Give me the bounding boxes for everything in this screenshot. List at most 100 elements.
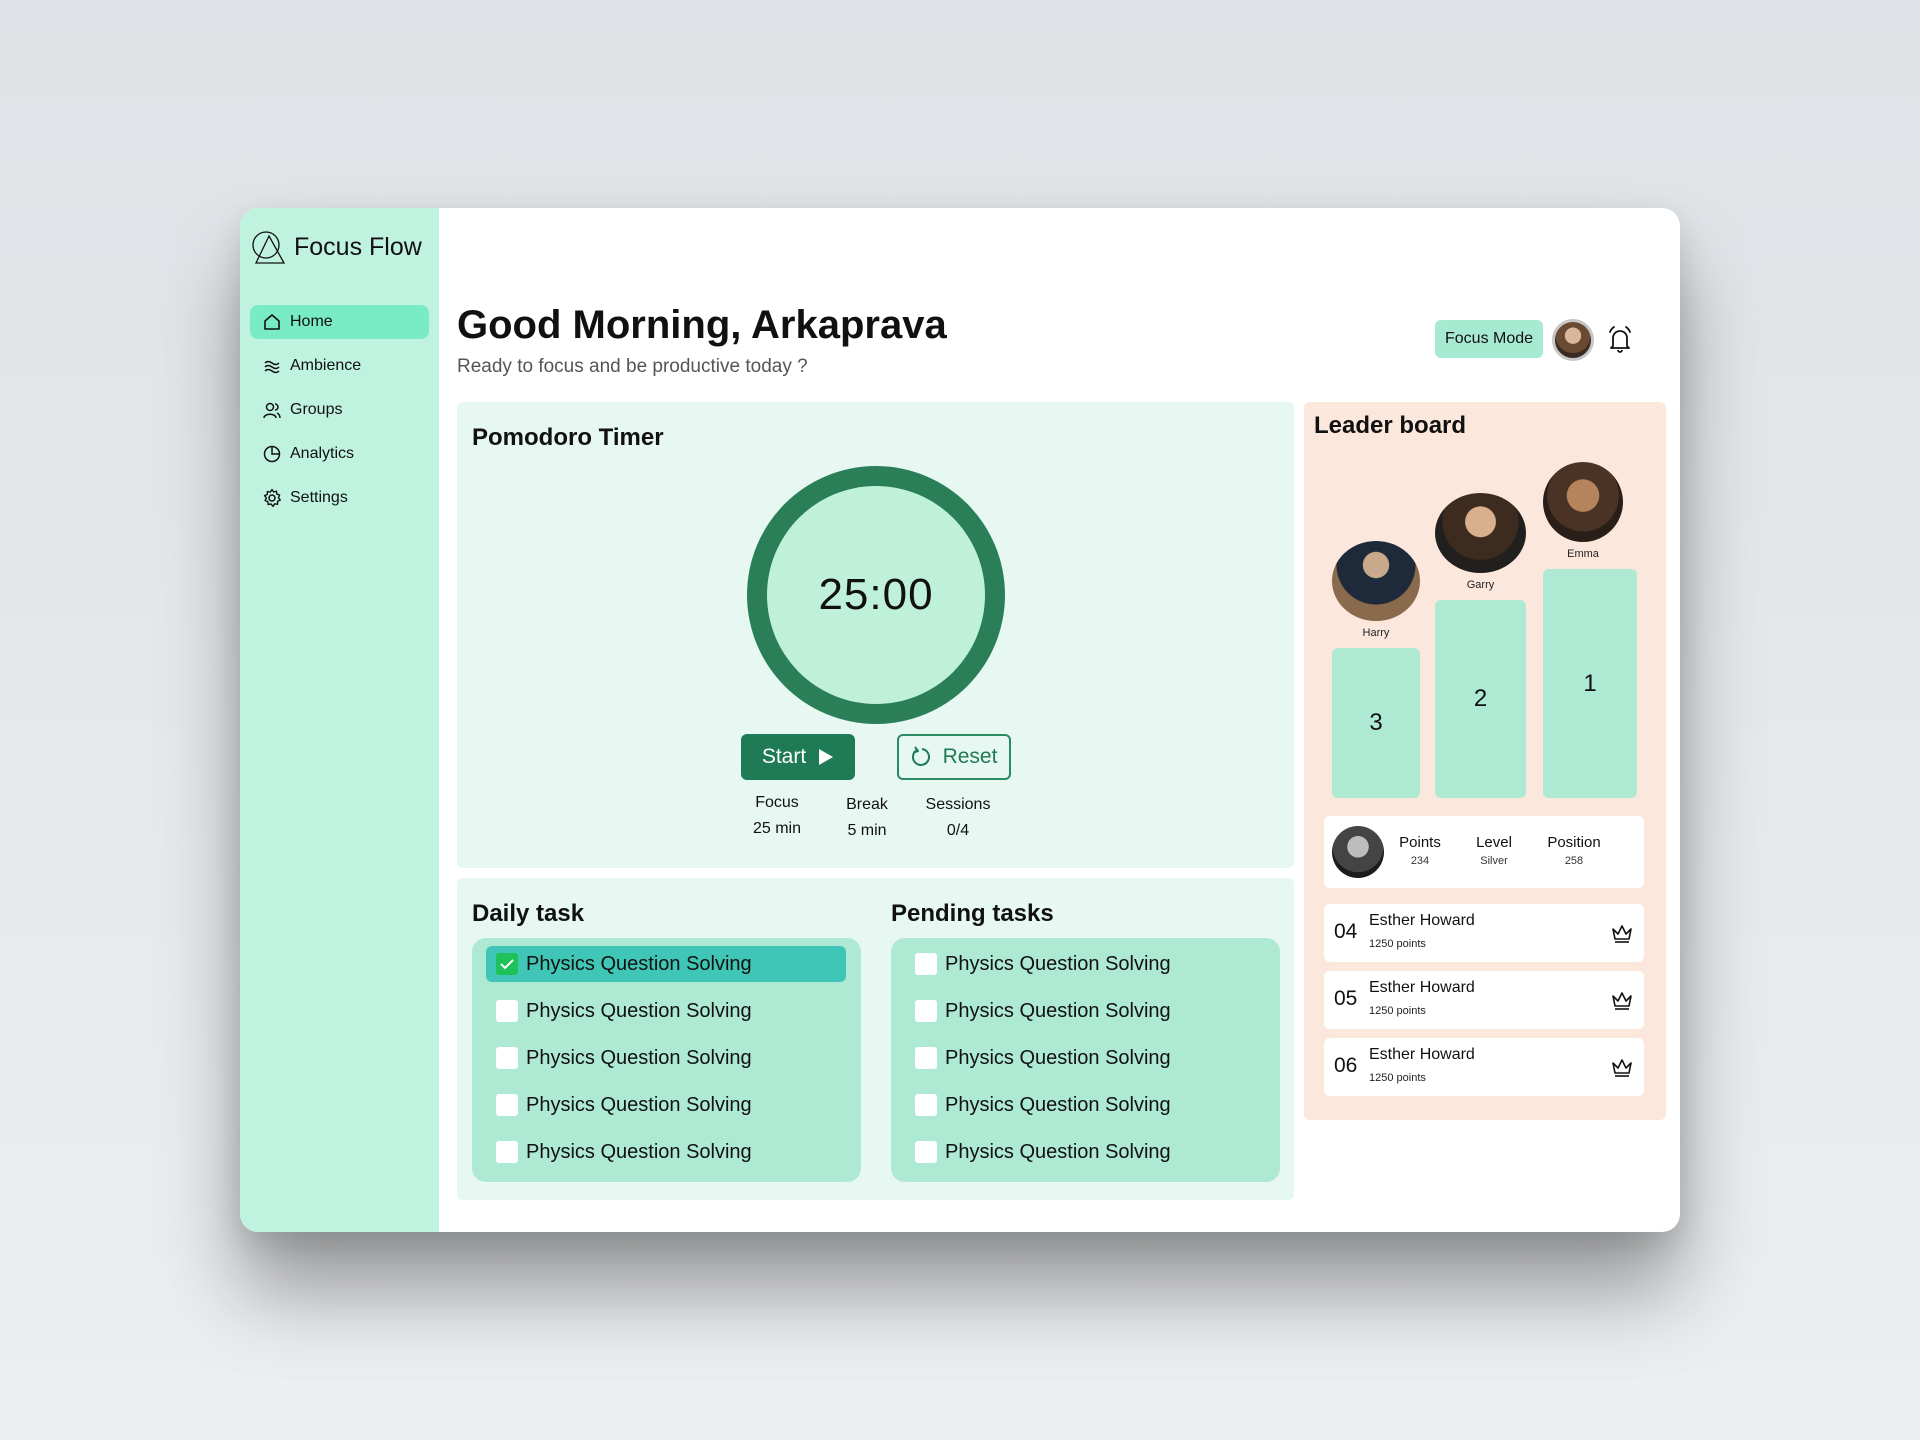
timer-display: 25:00 <box>818 570 934 619</box>
users-icon <box>263 402 281 419</box>
task-label: Physics Question Solving <box>526 999 752 1022</box>
sidebar-item-home[interactable]: Home <box>250 305 429 339</box>
my-stats-card: Points 234 Level Silver Position 258 <box>1324 816 1644 888</box>
podium-second: 2 <box>1435 600 1526 798</box>
task-item[interactable]: Physics Question Solving <box>905 1040 1265 1076</box>
task-item[interactable]: Physics Question Solving <box>486 1040 846 1076</box>
tasks-card: Daily task Pending tasks Physics Questio… <box>457 878 1294 1200</box>
avatar[interactable] <box>1435 493 1526 573</box>
rank-points: 1250 points <box>1369 1005 1426 1017</box>
daily-task-title: Daily task <box>472 900 585 927</box>
crown-icon <box>1612 925 1632 943</box>
sessions-stat: Sessions 0/4 <box>923 792 993 844</box>
task-label: Physics Question Solving <box>945 1140 1171 1163</box>
daily-task-list: Physics Question Solving Physics Questio… <box>472 938 861 1182</box>
podium-name: Emma <box>1567 548 1599 560</box>
crown-icon <box>1612 992 1632 1010</box>
task-label: Physics Question Solving <box>526 1140 752 1163</box>
checkbox[interactable] <box>915 1000 937 1022</box>
rank-number: 06 <box>1334 1054 1358 1077</box>
stat-value: 25 min <box>752 820 802 837</box>
gear-icon <box>263 488 281 507</box>
task-label: Physics Question Solving <box>945 1046 1171 1069</box>
stat-label: Sessions <box>925 796 991 813</box>
checkbox[interactable] <box>496 1141 518 1163</box>
sidebar-item-analytics[interactable]: Analytics <box>250 437 429 471</box>
task-item[interactable]: Physics Question Solving <box>486 1134 846 1170</box>
sidebar-item-ambience[interactable]: Ambience <box>250 349 429 383</box>
checkbox[interactable] <box>915 1094 937 1116</box>
checkbox-checked[interactable] <box>496 953 518 975</box>
rank-number: 04 <box>1334 920 1358 943</box>
task-label: Physics Question Solving <box>945 1093 1171 1116</box>
podium-first: 1 <box>1543 569 1637 798</box>
stat-value: 5 min <box>847 822 887 839</box>
brand[interactable]: Focus Flow <box>250 228 422 266</box>
reset-button[interactable]: Reset <box>897 734 1011 780</box>
start-button[interactable]: Start <box>741 734 855 780</box>
task-label: Physics Question Solving <box>945 999 1171 1022</box>
pomodoro-card: Pomodoro Timer 25:00 Start Reset Focus 2… <box>457 402 1294 868</box>
leaderboard-row[interactable]: 05 Esther Howard 1250 points <box>1324 971 1644 1029</box>
app-name: Focus Flow <box>294 232 422 261</box>
pomodoro-title: Pomodoro Timer <box>472 424 664 451</box>
pie-chart-icon <box>263 445 281 463</box>
task-item[interactable]: Physics Question Solving <box>905 993 1265 1029</box>
task-item[interactable]: Physics Question Solving <box>486 993 846 1029</box>
task-label: Physics Question Solving <box>526 1046 752 1069</box>
leaderboard-row[interactable]: 06 Esther Howard 1250 points <box>1324 1038 1644 1096</box>
checkbox[interactable] <box>915 953 937 975</box>
rank-number: 05 <box>1334 987 1358 1010</box>
stat-value: 258 <box>1564 855 1584 867</box>
level-stat: Level Silver <box>1464 834 1524 867</box>
sidebar: Focus Flow Home Ambience Groups Analytic… <box>240 208 439 1232</box>
checkbox[interactable] <box>915 1141 937 1163</box>
rank-name: Esther Howard <box>1369 1046 1475 1063</box>
sidebar-item-groups[interactable]: Groups <box>250 393 429 427</box>
stat-value: 234 <box>1410 855 1430 867</box>
page-title: Good Morning, Arkaprava <box>457 303 947 347</box>
reset-icon <box>911 746 930 766</box>
stat-label: Focus <box>755 794 799 811</box>
task-item[interactable]: Physics Question Solving <box>905 1134 1265 1170</box>
logo-icon <box>252 231 286 264</box>
crown-icon <box>1612 1059 1632 1077</box>
stat-label: Points <box>1399 834 1441 851</box>
checkbox[interactable] <box>496 1094 518 1116</box>
stat-label: Position <box>1547 834 1601 851</box>
avatar[interactable] <box>1332 826 1384 878</box>
rank-name: Esther Howard <box>1369 979 1475 996</box>
task-item[interactable]: Physics Question Solving <box>486 1087 846 1123</box>
pending-tasks-title: Pending tasks <box>891 900 1054 927</box>
checkbox[interactable] <box>496 1000 518 1022</box>
rank-name: Esther Howard <box>1369 912 1475 929</box>
leaderboard-card: Leader board Harry 3 Garry 2 Emma 1 Poin… <box>1304 402 1666 1120</box>
avatar[interactable] <box>1543 462 1623 542</box>
play-icon <box>819 749 834 765</box>
bell-icon[interactable] <box>1603 322 1637 356</box>
task-item[interactable]: Physics Question Solving <box>905 1087 1265 1123</box>
position-stat: Position 258 <box>1538 834 1610 867</box>
checkbox[interactable] <box>496 1047 518 1069</box>
stat-label: Break <box>846 796 888 813</box>
sidebar-item-label: Groups <box>290 401 343 418</box>
check-icon <box>500 959 514 970</box>
avatar[interactable] <box>1332 541 1420 621</box>
home-icon <box>264 314 280 330</box>
task-item[interactable]: Physics Question Solving <box>486 946 846 982</box>
timer-ring: 25:00 <box>747 466 1005 724</box>
waves-icon <box>264 360 280 374</box>
leaderboard-row[interactable]: 04 Esther Howard 1250 points <box>1324 904 1644 962</box>
timer-face: 25:00 <box>767 486 985 704</box>
avatar[interactable] <box>1552 319 1594 361</box>
sidebar-item-label: Ambience <box>290 357 362 374</box>
task-label: Physics Question Solving <box>526 1093 752 1116</box>
sidebar-item-label: Home <box>290 313 333 330</box>
sidebar-item-label: Settings <box>290 489 348 506</box>
stat-value: 0/4 <box>946 822 970 839</box>
task-label: Physics Question Solving <box>526 952 752 975</box>
focus-mode-button[interactable]: Focus Mode <box>1435 320 1544 358</box>
checkbox[interactable] <box>915 1047 937 1069</box>
sidebar-item-settings[interactable]: Settings <box>250 481 429 515</box>
task-item[interactable]: Physics Question Solving <box>905 946 1265 982</box>
